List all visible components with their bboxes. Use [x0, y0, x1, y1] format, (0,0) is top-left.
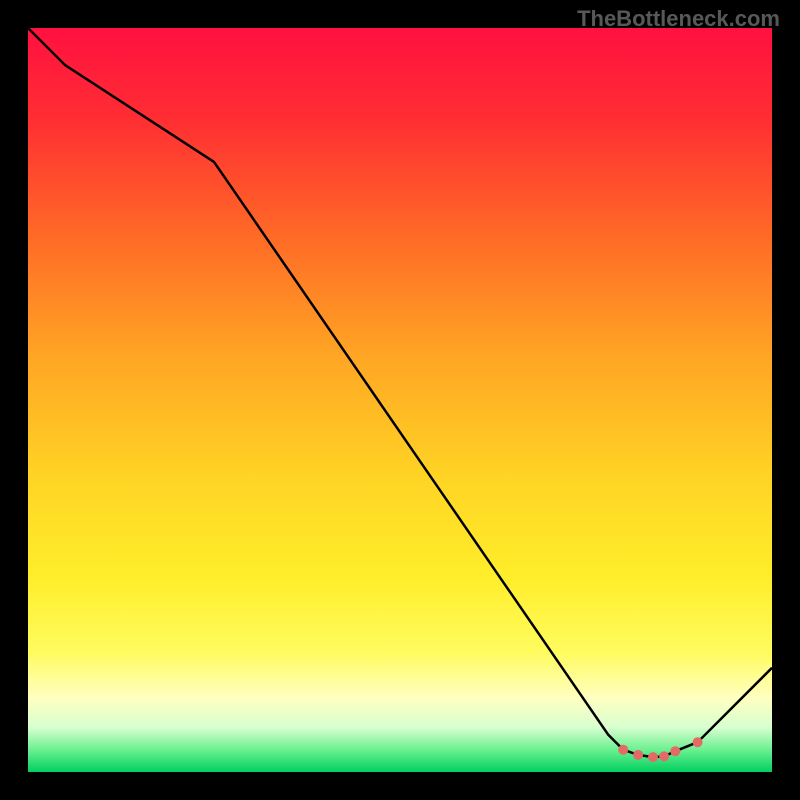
gradient-background	[28, 28, 772, 772]
plot-area	[28, 28, 772, 772]
chart-container: TheBottleneck.com	[0, 0, 800, 800]
